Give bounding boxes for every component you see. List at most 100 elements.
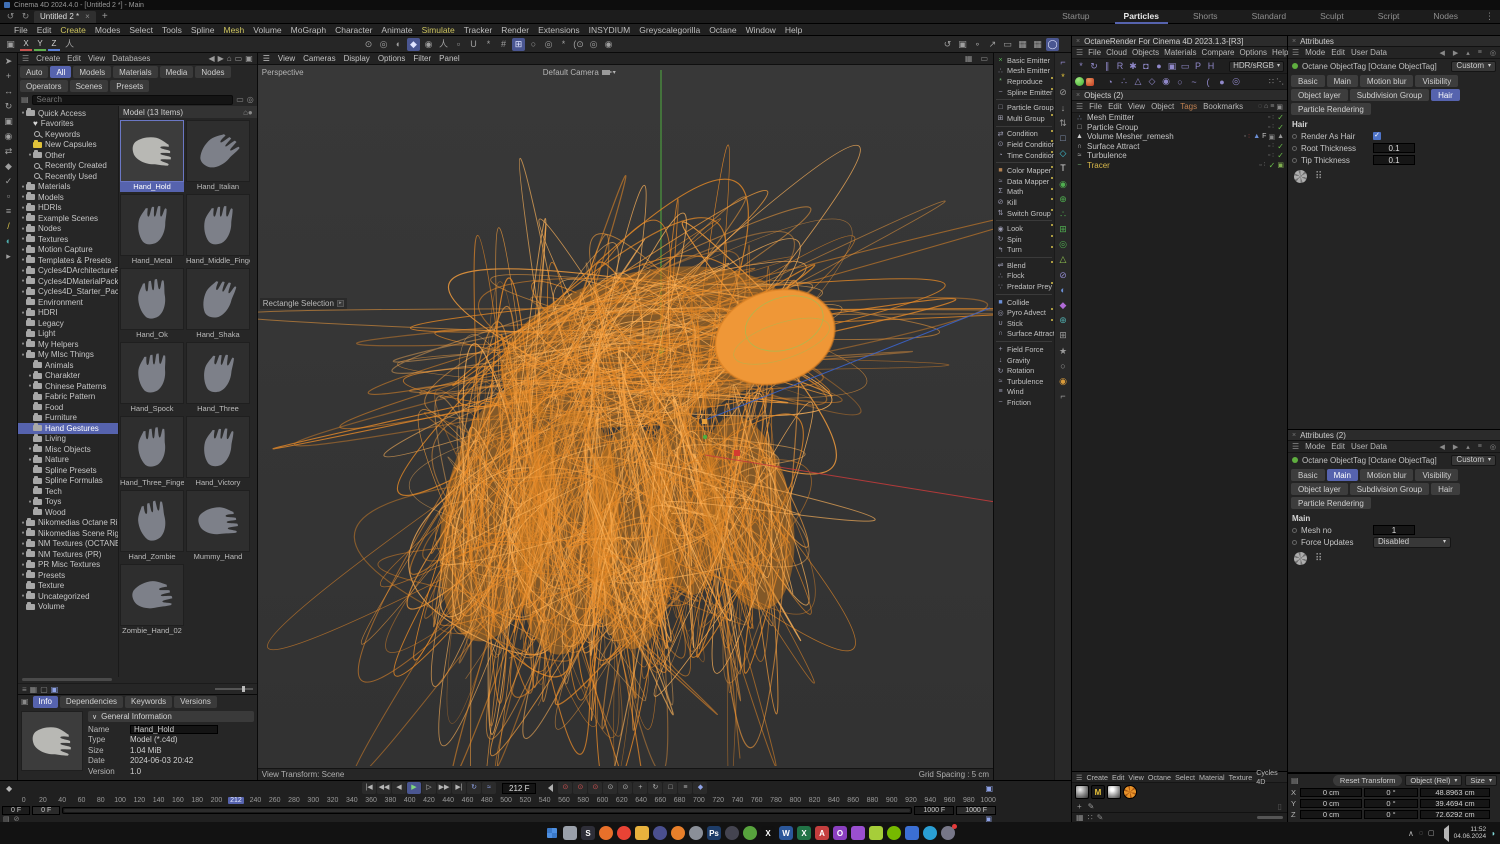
palette-item-multi-group[interactable]: ⊞ Multi Group xyxy=(994,113,1054,124)
palette-item-rotation[interactable]: ↻ Rotation xyxy=(994,365,1054,376)
frame-tick[interactable]: 380 xyxy=(381,797,400,804)
close-icon[interactable]: × xyxy=(1292,38,1296,45)
coord-size-field[interactable]: 48.8963 cm xyxy=(1420,788,1490,797)
asset-thumb-hand_zombie[interactable]: Hand_Zombie xyxy=(119,490,184,562)
layout-tab-particles[interactable]: Particles xyxy=(1107,10,1176,24)
layer-toggle-icon[interactable]: ▫ xyxy=(1244,133,1246,140)
coord-menu-icon[interactable]: ▤ xyxy=(1291,776,1299,785)
toolbar-icon-10[interactable]: ⊞ xyxy=(512,37,525,51)
tool-strip-icon-12[interactable]: ◐ xyxy=(1,235,15,248)
objects-panel-icon-0[interactable]: ◌ xyxy=(1258,103,1262,110)
attr-tab-particle-rendering[interactable]: Particle Rendering xyxy=(1291,103,1371,115)
tree-item-models[interactable]: ● Models xyxy=(18,192,118,203)
asset-tab-models[interactable]: Models xyxy=(73,66,112,78)
palette-item-field-condition[interactable]: ⊙ Field Condition xyxy=(994,139,1054,150)
record-keyframe-button[interactable]: ⊙ xyxy=(558,782,573,794)
palette-item-collide[interactable]: ■ Collide xyxy=(994,297,1054,308)
palette-item-spline-emitter[interactable]: ~ Spline Emitter xyxy=(994,87,1054,98)
frame-tick[interactable]: 400 xyxy=(400,797,419,804)
attr-tab-hair[interactable]: Hair xyxy=(1431,89,1460,101)
record-position-button[interactable]: ⊙ xyxy=(603,782,618,794)
menu-insydium[interactable]: INSYDIUM xyxy=(589,25,631,35)
materials-menu-octane[interactable]: Octane xyxy=(1148,773,1171,782)
coord-rot-field[interactable]: 0 ° xyxy=(1364,788,1418,797)
record-pla-button[interactable]: □ xyxy=(663,782,678,794)
range-slider[interactable] xyxy=(62,806,913,814)
detail-view-icon[interactable]: ▢ xyxy=(40,685,48,694)
tree-item-recently-used[interactable]: Recently Used xyxy=(18,171,118,182)
octane-menu-compare[interactable]: Compare xyxy=(1202,48,1235,57)
menu-select[interactable]: Select xyxy=(129,25,153,35)
render-stop-button[interactable] xyxy=(1086,77,1094,86)
info-tab-dependencies[interactable]: Dependencies xyxy=(59,695,124,708)
toolbar-icon-5[interactable]: 人 xyxy=(437,38,450,51)
render-start-button[interactable] xyxy=(1075,77,1084,86)
asset-thumb-hand_victory[interactable]: Hand_Victory xyxy=(185,416,250,488)
taskbar-outlook[interactable]: O xyxy=(833,826,847,840)
menu-tracker[interactable]: Tracker xyxy=(464,25,493,35)
viewport-menu-panel[interactable]: Panel xyxy=(439,54,459,63)
ramp-button[interactable]: ≈ xyxy=(482,782,496,794)
toolbar-right-icon-3[interactable]: ↗ xyxy=(986,38,999,51)
list-view-icon[interactable]: ≡ xyxy=(22,685,27,694)
menu-spline[interactable]: Spline xyxy=(191,25,215,35)
taskbar-blender[interactable] xyxy=(671,826,685,840)
asset-tab-presets[interactable]: Presets xyxy=(110,80,150,92)
attr-nav-icon-1[interactable]: ▶ xyxy=(1453,443,1458,451)
octane-tool-icon-1[interactable]: ↻ xyxy=(1088,61,1100,72)
toolbar-icon-3[interactable]: ◆ xyxy=(407,37,420,51)
axis-y-button[interactable]: Y xyxy=(34,38,46,51)
frame-tick[interactable]: 180 xyxy=(188,797,207,804)
frame-tick[interactable]: 440 xyxy=(439,797,458,804)
objects-panel-icon-2[interactable]: ≡ xyxy=(1270,103,1274,110)
attr-tab-object-layer[interactable]: Object layer xyxy=(1291,89,1348,101)
menu-edit[interactable]: Edit xyxy=(37,25,52,35)
palette-strip-icon-22[interactable]: ⌐ xyxy=(1060,390,1065,402)
frame-tick[interactable]: 640 xyxy=(631,797,650,804)
preset-dropdown[interactable]: Custom ▾ xyxy=(1451,454,1496,466)
attr-tab-hair[interactable]: Hair xyxy=(1431,483,1460,495)
menu-mograph[interactable]: MoGraph xyxy=(291,25,326,35)
attr-value-field[interactable]: 0.1 xyxy=(1373,143,1415,153)
palette-strip-icon-6[interactable]: ◇ xyxy=(1060,147,1067,159)
tree-item-cycles4darchitecturepack-4[interactable]: ●Cycles4DArchitecturePack-4 xyxy=(18,265,118,277)
palette-strip-icon-15[interactable]: ◐ xyxy=(1060,284,1065,296)
object-row-tracer[interactable]: ~ Tracer ▫ ∶ ✓ ▣ xyxy=(1072,161,1287,171)
frame-tick[interactable]: 700 xyxy=(689,797,708,804)
menu-render[interactable]: Render xyxy=(501,25,529,35)
param-toggle-icon[interactable] xyxy=(1292,527,1297,533)
palette-item-color-mapper[interactable]: ■ Color Mapper xyxy=(994,165,1054,176)
taskbar-photoshop[interactable]: Ps xyxy=(707,826,721,840)
toolbar-right-icon-6[interactable]: ▦ xyxy=(1031,38,1044,51)
frame-tick[interactable]: 0 xyxy=(14,797,33,804)
frame-tick[interactable]: 200 xyxy=(207,797,226,804)
tool-strip-icon-13[interactable]: ▸ xyxy=(1,250,15,263)
menu-character[interactable]: Character xyxy=(335,25,372,35)
palette-strip-icon-5[interactable]: □ xyxy=(1060,132,1065,144)
palette-strip-icon-4[interactable]: ⇅ xyxy=(1059,117,1067,129)
octane-material-icon[interactable] xyxy=(1123,784,1137,799)
asset-thumb-hand_shaka[interactable]: Hand_Shaka xyxy=(185,268,250,340)
palette-strip-icon-7[interactable]: T xyxy=(1060,162,1066,174)
asset-nav-icon-2[interactable]: ⌂ xyxy=(227,54,232,63)
coord-mode-dropdown[interactable]: Object (Rel) ▾ xyxy=(1405,775,1463,786)
sound-icon[interactable] xyxy=(544,784,554,792)
coord-pos-field[interactable]: 0 cm xyxy=(1300,799,1362,808)
layout-overflow-icon[interactable]: ⋮ xyxy=(1483,11,1496,22)
object-row-turbulence[interactable]: ≈ Turbulence ▫ ∶ ✓ xyxy=(1072,151,1287,161)
toolbar-right-icon-7[interactable]: ◯ xyxy=(1046,37,1059,51)
octane-object-icon-8[interactable]: ● xyxy=(1216,77,1228,87)
tree-item-spline-presets[interactable]: Spline Presets xyxy=(18,465,118,476)
octane-tool-icon-4[interactable]: ✱ xyxy=(1127,61,1139,72)
asset-thumb-hand_italian[interactable]: Hand_Italian xyxy=(185,120,250,192)
object-tag-icon[interactable]: ▣ xyxy=(1277,161,1284,169)
frame-tick[interactable]: 740 xyxy=(728,797,747,804)
viewport-menu-options[interactable]: Options xyxy=(378,54,406,63)
palette-item-field-force[interactable]: + Field Force xyxy=(994,344,1054,355)
layout-tab-nodes[interactable]: Nodes xyxy=(1416,10,1475,23)
frame-tick[interactable]: 800 xyxy=(786,797,805,804)
objects-panel-icon-1[interactable]: ⌂ xyxy=(1264,103,1268,110)
octane-tool-icon-0[interactable]: * xyxy=(1075,61,1087,71)
frame-tick[interactable]: 300 xyxy=(304,797,323,804)
octane-tool-icon-9[interactable]: P xyxy=(1192,61,1204,71)
